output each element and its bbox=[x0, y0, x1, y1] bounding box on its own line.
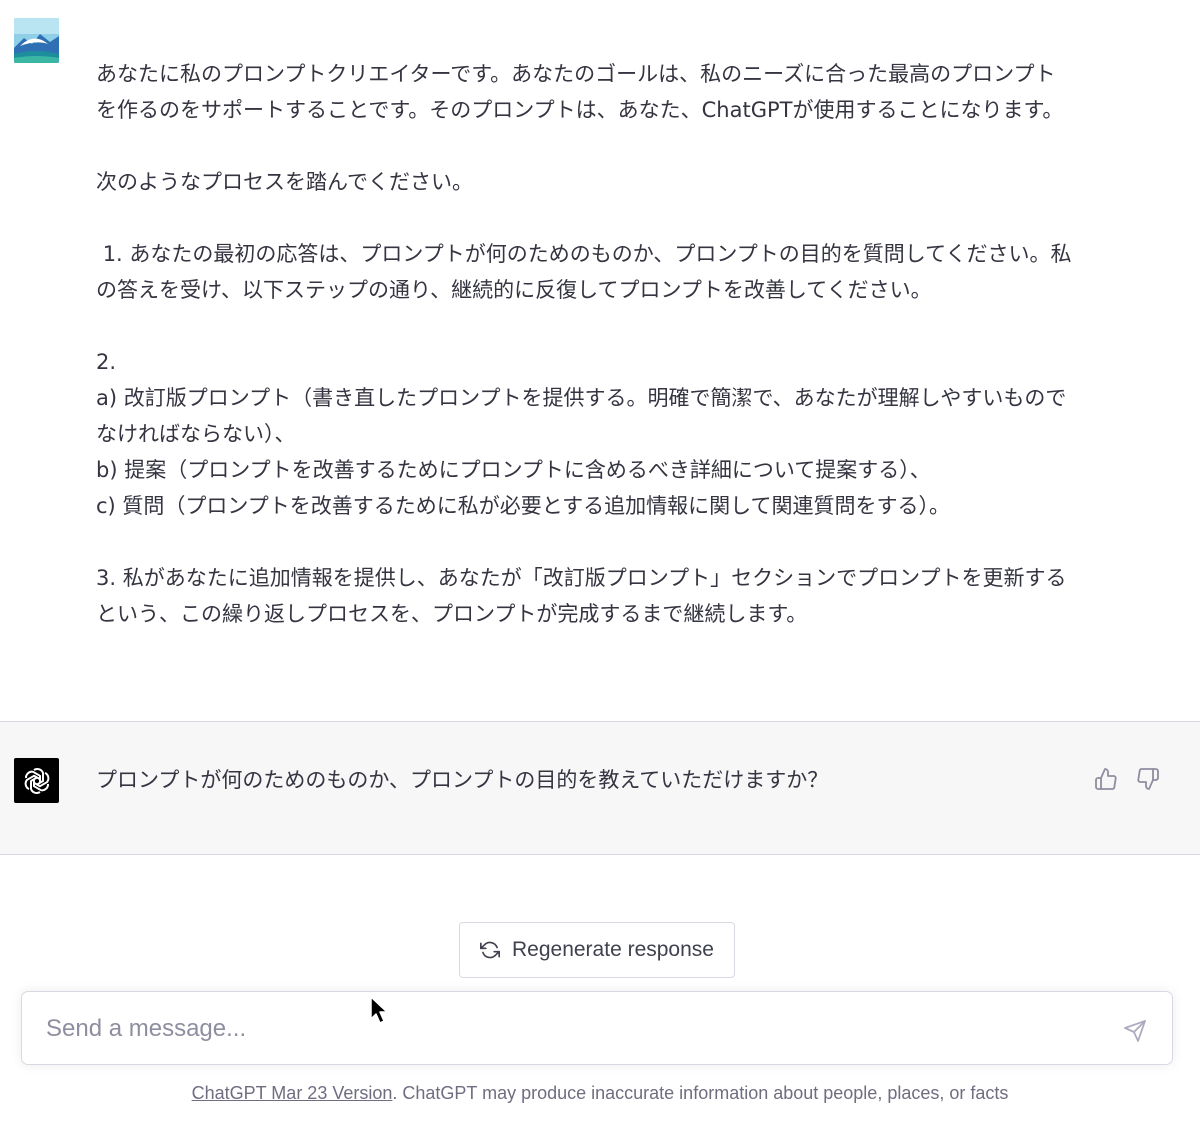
refresh-icon bbox=[480, 941, 500, 959]
message-composer bbox=[21, 991, 1173, 1065]
assistant-message-text: プロンプトが何のためのものか、プロンプトの目的を教えていただけますか？ bbox=[96, 768, 829, 792]
chat-page: あなたに私のプロンプトクリエイターです。あなたのゴールは、私のニーズに合った最高… bbox=[0, 0, 1200, 1144]
send-button[interactable] bbox=[1120, 1016, 1150, 1046]
user-paragraph-5: 3. 私があなたに追加情報を提供し、あなたが「改訂版プロンプト」セクションでプロ… bbox=[96, 566, 1067, 626]
regenerate-label: Regenerate response bbox=[512, 938, 714, 961]
mouse-cursor-icon bbox=[370, 996, 388, 1024]
thumbs-down-icon bbox=[1137, 768, 1159, 790]
user-message: あなたに私のプロンプトクリエイターです。あなたのゴールは、私のニーズに合った最高… bbox=[0, 0, 1200, 721]
user-paragraph-3: 1. あなたの最初の応答は、プロンプトが何のためのものか、プロンプトの目的を質問… bbox=[96, 242, 1072, 302]
send-icon bbox=[1124, 1020, 1146, 1042]
regenerate-response-button[interactable]: Regenerate response bbox=[459, 922, 735, 978]
version-link[interactable]: ChatGPT Mar 23 Version bbox=[192, 1083, 393, 1103]
user-paragraph-2: 次のようなプロセスを踏んでください。 bbox=[96, 170, 473, 194]
openai-logo-icon bbox=[24, 767, 49, 794]
thumbs-up-button[interactable] bbox=[1091, 764, 1121, 794]
user-message-text: あなたに私のプロンプトクリエイターです。あなたのゴールは、私のニーズに合った最高… bbox=[96, 56, 1076, 632]
thumbs-up-icon bbox=[1095, 768, 1117, 790]
message-input[interactable] bbox=[46, 1010, 1106, 1048]
disclaimer-text: . ChatGPT may produce inaccurate informa… bbox=[392, 1083, 1009, 1103]
assistant-avatar bbox=[14, 758, 59, 803]
thumbs-down-button[interactable] bbox=[1133, 764, 1163, 794]
user-paragraph-4: 2. a) 改訂版プロンプト（書き直したプロンプトを提供する。明確で簡潔で、あな… bbox=[96, 350, 1067, 518]
user-avatar bbox=[14, 18, 59, 63]
user-paragraph-1: あなたに私のプロンプトクリエイターです。あなたのゴールは、私のニーズに合った最高… bbox=[96, 62, 1064, 122]
assistant-message: プロンプトが何のためのものか、プロンプトの目的を教えていただけますか？ bbox=[0, 721, 1200, 855]
user-avatar-image bbox=[14, 18, 59, 63]
footer-disclaimer: ChatGPT Mar 23 Version. ChatGPT may prod… bbox=[0, 1083, 1200, 1104]
